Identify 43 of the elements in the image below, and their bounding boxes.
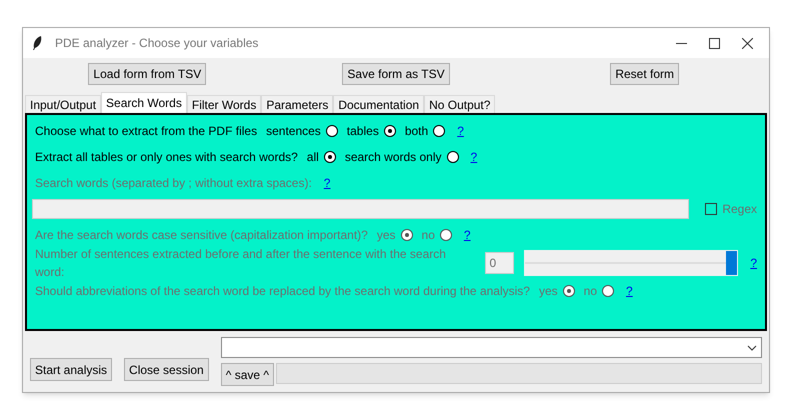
radio-button[interactable] xyxy=(384,125,396,137)
question-label: Number of sentences extracted before and after the sentence with the search word: xyxy=(35,246,447,281)
option-label: yes xyxy=(376,227,396,244)
maximize-icon[interactable] xyxy=(709,38,720,48)
radio-button[interactable] xyxy=(326,125,338,137)
option-label: yes xyxy=(538,283,558,300)
option-label: search words only xyxy=(344,149,442,166)
save-button[interactable]: ^ save ^ xyxy=(220,363,274,386)
tab[interactable]: No Output? xyxy=(424,95,496,113)
help-link[interactable]: ? xyxy=(470,148,478,166)
option-label: sentences xyxy=(266,123,321,140)
help-link[interactable]: ? xyxy=(457,122,464,140)
dropdown[interactable] xyxy=(220,337,762,358)
chevron-down-icon xyxy=(747,344,757,350)
action-button[interactable]: Start analysis xyxy=(30,358,112,381)
slider[interactable] xyxy=(524,250,738,276)
minimize-icon[interactable] xyxy=(676,42,687,44)
tab[interactable]: Search Words xyxy=(101,92,187,113)
window-title: PDE analyzer - Choose your variables xyxy=(55,35,258,52)
toolbar-button[interactable]: Load form from TSV xyxy=(88,63,206,85)
tab[interactable]: Parameters xyxy=(261,95,334,113)
action-button[interactable]: Close session xyxy=(124,358,209,381)
question-label: Search words (separated by ; without extra spaces): xyxy=(35,175,312,192)
question-label: Extract all tables or only ones with search words? xyxy=(35,149,298,166)
question-label: Choose what to extract from the PDF files xyxy=(35,123,258,140)
feather-icon xyxy=(31,35,43,51)
option-label: both xyxy=(404,123,428,140)
radio-button[interactable] xyxy=(446,151,459,163)
question-label: Should abbreviations of the search word be replaced by the search word during the analysis? xyxy=(35,283,530,300)
option-label: no xyxy=(422,227,435,244)
question-label: Are the search words case sensitive (capitalization important)? xyxy=(35,227,368,244)
radio-button[interactable] xyxy=(324,151,336,163)
tab[interactable]: Documentation xyxy=(333,95,424,113)
option-label: all xyxy=(306,149,319,166)
checkbox-label: Regex xyxy=(722,201,757,218)
toolbar-button[interactable]: Reset form xyxy=(610,63,680,85)
tab[interactable]: Input/Output xyxy=(25,95,102,113)
radio-button[interactable] xyxy=(433,125,446,137)
tab[interactable]: Filter Words xyxy=(186,95,262,113)
option-label: no xyxy=(584,283,598,300)
close-icon[interactable] xyxy=(742,38,753,48)
toolbar-button[interactable]: Save form as TSV xyxy=(342,63,450,85)
option-label: tables xyxy=(346,123,379,140)
